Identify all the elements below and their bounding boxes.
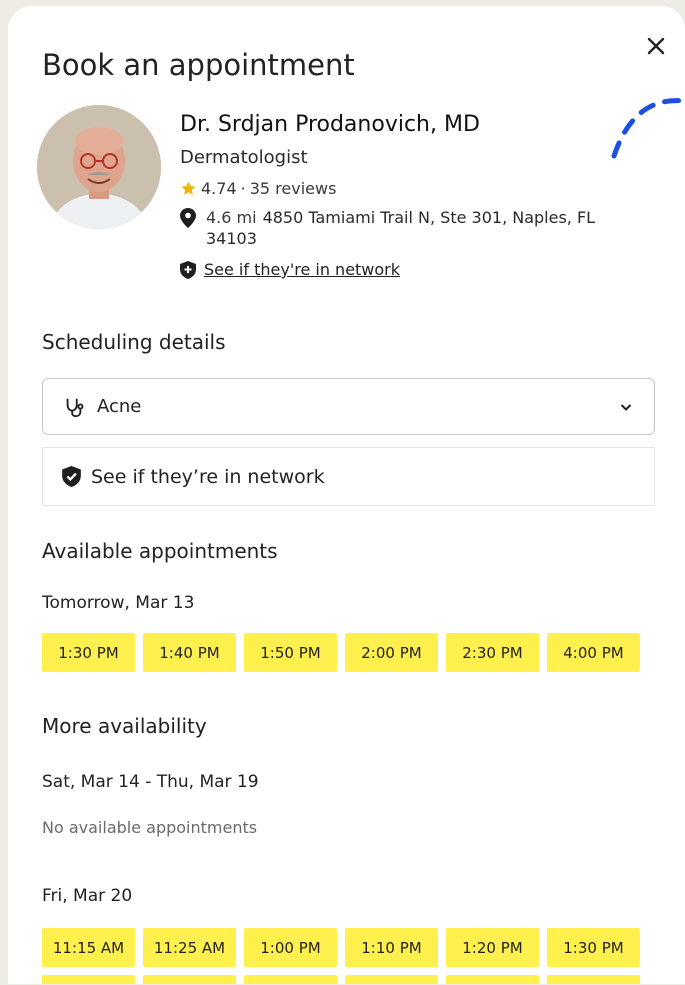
stethoscope-icon	[66, 398, 84, 417]
time-slot[interactable]: 11:15 AM	[42, 928, 135, 967]
network-check-box[interactable]: See if they’re in network	[42, 447, 655, 506]
available-heading: Available appointments	[42, 539, 278, 563]
network-check-link[interactable]: See if they're in network	[180, 260, 400, 279]
time-slot[interactable]: 1:10 PM	[345, 928, 438, 967]
doctor-location: 4.6 mi 4850 Tamiami Trail N, Ste 301, Nap…	[180, 207, 640, 249]
time-slot[interactable]: 2:30 PM	[446, 633, 539, 672]
fri-slots: 11:15 AM 11:25 AM 1:00 PM 1:10 PM 1:20 P…	[42, 928, 640, 967]
shield-plus-icon	[180, 260, 196, 279]
no-appointments-text: No available appointments	[42, 818, 258, 837]
location-pin-icon	[180, 208, 196, 228]
tomorrow-date: Tomorrow, Mar 13	[42, 593, 195, 613]
chevron-down-icon	[620, 403, 632, 411]
star-icon	[181, 181, 196, 195]
doctor-rating: 4.74 · 35 reviews	[180, 179, 336, 198]
modal-title: Book an appointment	[42, 48, 355, 82]
time-slot[interactable]: 11:25 AM	[143, 928, 236, 967]
close-button[interactable]	[642, 32, 670, 60]
more-availability-heading: More availability	[42, 714, 207, 738]
time-slot[interactable]: 2:00 PM	[345, 633, 438, 672]
rating-separator: ·	[240, 179, 246, 198]
tomorrow-slots: 1:30 PM 1:40 PM 1:50 PM 2:00 PM 2:30 PM …	[42, 633, 640, 672]
rating-value: 4.74	[201, 179, 237, 198]
time-slot[interactable]: 1:40 PM	[143, 633, 236, 672]
doctor-name: Dr. Srdjan Prodanovich, MD	[180, 112, 480, 137]
time-slot-partial[interactable]	[42, 975, 135, 984]
time-slot[interactable]: 1:30 PM	[547, 928, 640, 967]
range-date: Sat, Mar 14 - Thu, Mar 19	[42, 772, 259, 792]
reason-value: Acne	[97, 396, 142, 417]
time-slot-partial[interactable]	[446, 975, 539, 984]
next-slots-partial	[42, 975, 640, 984]
time-slot-partial[interactable]	[345, 975, 438, 984]
time-slot[interactable]: 1:50 PM	[244, 633, 337, 672]
doctor-avatar	[37, 105, 161, 229]
close-icon	[647, 37, 665, 55]
shield-check-icon	[62, 466, 81, 487]
network-box-text: See if they’re in network	[91, 465, 325, 488]
time-slot[interactable]: 1:20 PM	[446, 928, 539, 967]
time-slot-partial[interactable]	[143, 975, 236, 984]
distance: 4.6 mi	[206, 208, 257, 227]
reason-select[interactable]: Acne	[42, 378, 655, 435]
review-count: 35 reviews	[249, 179, 337, 198]
doctor-specialty: Dermatologist	[180, 147, 308, 168]
address: 4850 Tamiami Trail N, Ste 301, Naples, F…	[206, 208, 596, 248]
time-slot-partial[interactable]	[244, 975, 337, 984]
fri-date: Fri, Mar 20	[42, 886, 133, 906]
time-slot[interactable]: 1:00 PM	[244, 928, 337, 967]
time-slot[interactable]: 4:00 PM	[547, 633, 640, 672]
network-link-text[interactable]: See if they're in network	[204, 260, 400, 279]
time-slot-partial[interactable]	[547, 975, 640, 984]
booking-modal: Book an appointment Dr. Srdjan Prodanovi…	[8, 6, 685, 984]
scheduling-heading: Scheduling details	[42, 330, 226, 354]
time-slot[interactable]: 1:30 PM	[42, 633, 135, 672]
